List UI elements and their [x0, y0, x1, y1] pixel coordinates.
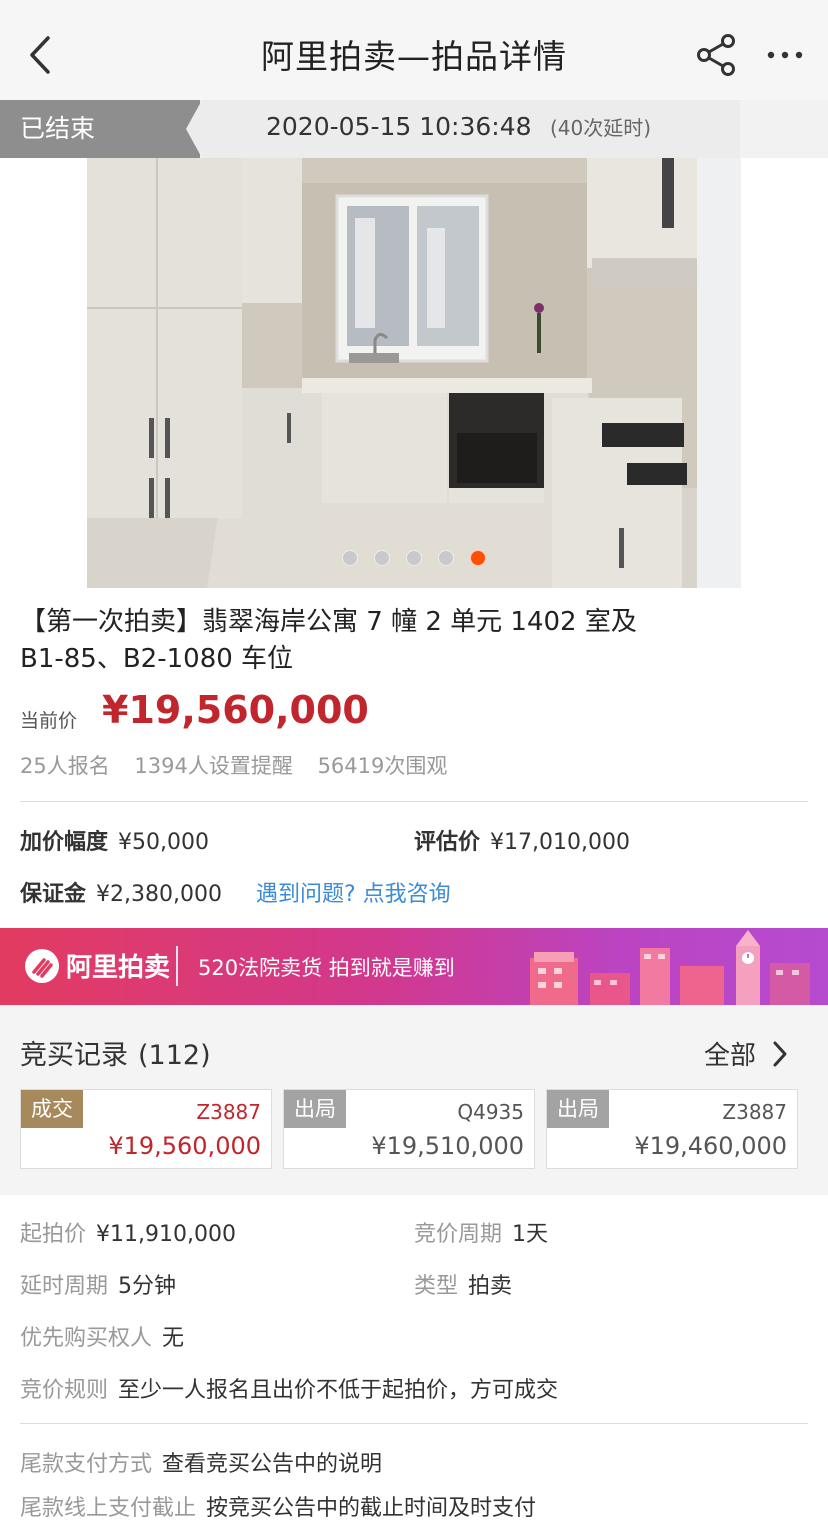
kitchen-photo-image [87, 158, 741, 588]
view-all-bids-link[interactable]: 全部 [704, 1035, 790, 1072]
gallery-dot[interactable] [438, 550, 454, 566]
divider [20, 1423, 808, 1424]
start-price-value: ¥11,910,000 [96, 1222, 236, 1247]
city-illustration-icon [530, 930, 810, 1005]
bid-rule-label: 竞价规则 [20, 1378, 109, 1403]
bid-amount: ¥19,560,000 [108, 1132, 261, 1160]
priority-buyer-value: 无 [162, 1326, 185, 1351]
bid-records-section: 竞买记录 (112) 全部 成交 Z3887 ¥19,560,000 出局 Q49… [0, 1005, 828, 1195]
lot-photo[interactable] [87, 158, 741, 588]
chevron-right-icon [773, 1041, 787, 1066]
gallery-dot-active[interactable] [470, 550, 486, 566]
payment-method-row: 尾款支付方式 查看竞买公告中的说明 [20, 1446, 382, 1478]
gallery-dot[interactable] [342, 550, 358, 566]
payment-deadline-label: 尾款线上支付截止 [20, 1496, 197, 1521]
bid-record-card[interactable]: 出局 Q4935 ¥19,510,000 [283, 1089, 535, 1169]
start-price-row: 起拍价 ¥11,910,000 [20, 1216, 236, 1248]
priority-buyer-row: 优先购买权人无 [20, 1320, 184, 1352]
payment-method-value: 查看竞买公告中的说明 [162, 1452, 383, 1477]
appraisal-label: 评估价 [414, 830, 481, 855]
payment-method-label: 尾款支付方式 [20, 1452, 153, 1477]
nav-bar: 阿里拍卖—拍品详情 [0, 0, 828, 100]
increment-value: ¥50,000 [118, 830, 209, 855]
bid-status-tag: 出局 [284, 1090, 346, 1128]
bid-records-count: (112) [138, 1040, 211, 1071]
bid-period-label: 竞价周期 [414, 1222, 503, 1247]
share-icon[interactable] [692, 30, 742, 80]
bid-amount: ¥19,510,000 [371, 1132, 524, 1160]
end-time: 2020-05-15 10:36:48 [266, 112, 532, 141]
deposit-label: 保证金 [20, 882, 87, 907]
bid-record-card[interactable]: 成交 Z3887 ¥19,560,000 [20, 1089, 272, 1169]
extension-count: (40次延时) [550, 116, 652, 140]
divider [20, 801, 808, 802]
reminder-count: 1394人设置提醒 [134, 754, 293, 778]
delay-period-label: 延时周期 [20, 1274, 109, 1299]
increment-label: 加价幅度 [20, 830, 109, 855]
bidder-id: Z3887 [722, 1100, 787, 1124]
bid-records-title: 竞买记录 (112) [20, 1033, 211, 1072]
auction-status-bar: 已结束 2020-05-15 10:36:48 (40次延时) [0, 100, 828, 158]
gallery-dot[interactable] [406, 550, 422, 566]
view-all-label: 全部 [704, 1041, 757, 1071]
bid-record-card[interactable]: 出局 Z3887 ¥19,460,000 [546, 1089, 798, 1169]
bid-period-value: 1天 [512, 1222, 549, 1247]
bid-record-list: 成交 Z3887 ¥19,560,000 出局 Q4935 ¥19,510,00… [20, 1089, 808, 1169]
lot-stats: 25人报名 1394人设置提醒 56419次围观 [20, 750, 465, 780]
bid-amount: ¥19,460,000 [634, 1132, 787, 1160]
bid-status-tag: 成交 [21, 1090, 83, 1128]
bid-period-row: 竞价周期 1天 [414, 1216, 548, 1248]
type-label: 类型 [414, 1274, 459, 1299]
deposit-value: ¥2,380,000 [96, 882, 222, 907]
bid-records-label: 竞买记录 [20, 1040, 128, 1071]
payment-deadline-row: 尾款线上支付截止 按竞买公告中的截止时间及时支付 [20, 1490, 536, 1522]
gallery-indicator [87, 550, 741, 566]
delay-period-value: 5分钟 [118, 1274, 177, 1299]
start-price-label: 起拍价 [20, 1222, 87, 1247]
status-arrow [186, 100, 202, 158]
type-row: 类型 拍卖 [414, 1268, 512, 1300]
priority-buyer-label: 优先购买权人 [20, 1326, 153, 1351]
bid-rule-row: 竞价规则 至少一人报名且出价不低于起拍价，方可成交 [20, 1372, 558, 1404]
promo-banner[interactable]: 阿里拍卖 520法院卖货 拍到就是赚到 [0, 928, 828, 1005]
signup-count: 25人报名 [20, 754, 110, 778]
deposit-row: 保证金 ¥2,380,000 [20, 876, 222, 908]
bid-status-tag: 出局 [547, 1090, 609, 1128]
alibaba-auction-logo-icon [24, 948, 60, 984]
more-icon[interactable] [760, 30, 810, 80]
payment-deadline-value: 按竞买公告中的截止时间及时支付 [206, 1496, 537, 1521]
appraisal-row: 评估价 ¥17,010,000 [414, 824, 630, 856]
delay-period-row: 延时周期 5分钟 [20, 1268, 176, 1300]
end-time-box: 2020-05-15 10:36:48 (40次延时) [202, 100, 740, 158]
banner-brand: 阿里拍卖 [66, 953, 171, 983]
bidder-id: Q4935 [457, 1100, 524, 1124]
current-price-label: 当前价 [20, 710, 78, 732]
type-value: 拍卖 [468, 1274, 513, 1299]
increment-row: 加价幅度 ¥50,000 [20, 824, 209, 856]
current-price-value: ¥19,560,000 [102, 688, 369, 732]
banner-slogan: 520法院卖货 拍到就是赚到 [198, 956, 455, 980]
help-consult-link[interactable]: 遇到问题? 点我咨询 [256, 876, 451, 908]
lot-title: 【第一次拍卖】翡翠海岸公寓 7 幢 2 单元 1402 室及 B1-85、B2-… [20, 607, 637, 674]
bid-rule-value: 至少一人报名且出价不低于起拍价，方可成交 [118, 1378, 559, 1403]
status-badge: 已结束 [0, 100, 200, 158]
gallery-dot[interactable] [374, 550, 390, 566]
banner-separator [176, 946, 178, 986]
appraisal-value: ¥17,010,000 [490, 830, 630, 855]
bidder-id: Z3887 [196, 1100, 261, 1124]
view-count: 56419次围观 [317, 754, 448, 778]
